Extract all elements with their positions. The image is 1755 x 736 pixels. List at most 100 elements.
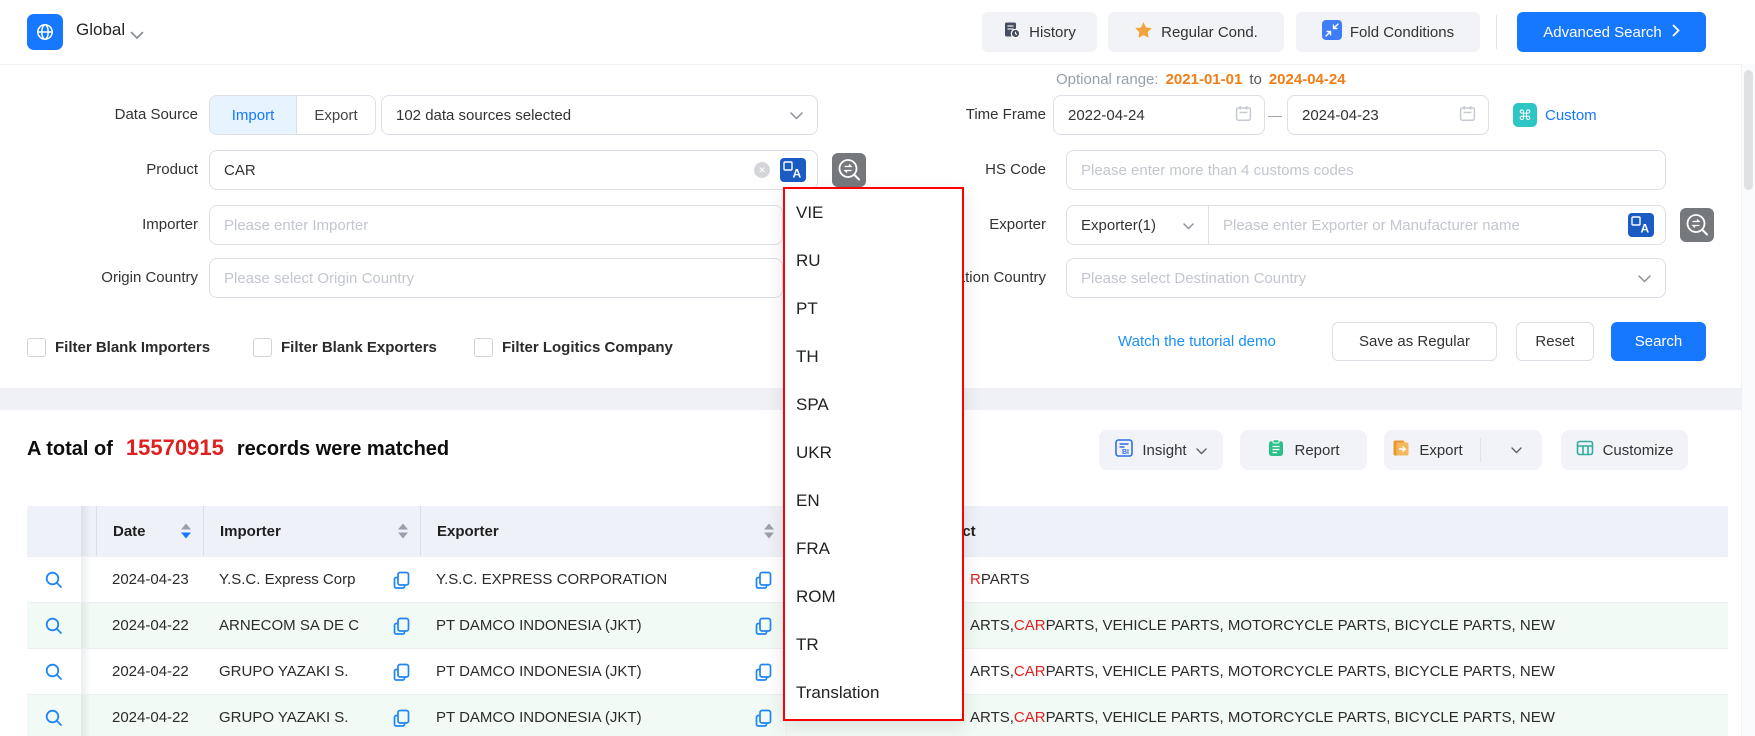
- calendar-icon: [1459, 105, 1476, 126]
- origin-country-select[interactable]: Please select Origin Country: [209, 258, 783, 298]
- record-count: 15570915: [126, 435, 224, 461]
- time-frame-end-value: 2024-04-23: [1302, 107, 1379, 124]
- sort-icon[interactable]: [764, 524, 774, 539]
- destination-country-select[interactable]: Please select Destination Country: [1066, 258, 1666, 298]
- language-option[interactable]: VIE: [785, 189, 962, 237]
- optional-range-to: to: [1249, 71, 1262, 88]
- copy-icon[interactable]: [393, 617, 410, 635]
- filter-logistics-company-checkbox[interactable]: Filter Logitics Company: [474, 332, 673, 362]
- exporter-field: A: [1209, 205, 1666, 245]
- time-frame-start-input[interactable]: 2022-04-24: [1053, 95, 1265, 135]
- tab-import[interactable]: Import: [210, 96, 296, 134]
- search-button[interactable]: Search: [1611, 322, 1706, 361]
- report-button[interactable]: Report: [1240, 430, 1367, 470]
- total-prefix: A total of: [27, 438, 113, 461]
- chevron-down-icon[interactable]: [130, 27, 144, 45]
- exporter-cell[interactable]: PT DAMCO INDONESIA (JKT): [436, 617, 642, 634]
- insight-button[interactable]: BI Insight: [1099, 430, 1223, 470]
- copy-icon[interactable]: [755, 663, 772, 681]
- data-sources-select[interactable]: 102 data sources selected: [381, 95, 818, 135]
- save-as-regular-button[interactable]: Save as Regular: [1332, 322, 1497, 361]
- time-frame-end-input[interactable]: 2024-04-23: [1287, 95, 1489, 135]
- copy-icon[interactable]: [393, 709, 410, 727]
- translate-icon[interactable]: A: [1628, 213, 1654, 242]
- view-record-icon[interactable]: [44, 570, 64, 590]
- filter-blank-exporters-checkbox[interactable]: Filter Blank Exporters: [253, 332, 437, 362]
- copy-icon[interactable]: [755, 571, 772, 589]
- fold-conditions-button[interactable]: Fold Conditions: [1296, 12, 1480, 52]
- advanced-search-button[interactable]: Advanced Search: [1517, 12, 1706, 52]
- importer-input[interactable]: [209, 205, 783, 245]
- copy-icon[interactable]: [755, 617, 772, 635]
- language-option[interactable]: SPA: [785, 381, 962, 429]
- custom-range-link[interactable]: ⌘ Custom: [1513, 95, 1597, 135]
- reset-button[interactable]: Reset: [1516, 322, 1594, 361]
- chevron-down-icon: [1196, 442, 1207, 459]
- translate-icon[interactable]: A: [780, 158, 806, 187]
- insight-icon: BI: [1115, 439, 1133, 461]
- export-options-button[interactable]: [1490, 430, 1542, 470]
- view-record-icon[interactable]: [44, 662, 64, 682]
- exporter-cell[interactable]: PT DAMCO INDONESIA (JKT): [436, 663, 642, 680]
- export-icon: [1392, 439, 1410, 461]
- exporter-input[interactable]: [1209, 205, 1666, 245]
- language-option[interactable]: EN: [785, 477, 962, 525]
- language-option[interactable]: UKR: [785, 429, 962, 477]
- column-header-date[interactable]: Date: [96, 506, 203, 556]
- custom-range-label: Custom: [1545, 107, 1597, 124]
- sort-icon[interactable]: [181, 524, 191, 539]
- column-header-exporter[interactable]: Exporter: [420, 506, 786, 556]
- calendar-icon: [1235, 105, 1252, 126]
- date-cell: 2024-04-22: [96, 649, 203, 694]
- column-header-importer[interactable]: Importer: [203, 506, 420, 556]
- language-option[interactable]: PT: [785, 285, 962, 333]
- tutorial-demo-link[interactable]: Watch the tutorial demo: [1118, 322, 1276, 361]
- filter-blank-exporters-label: Filter Blank Exporters: [281, 339, 437, 356]
- importer-cell[interactable]: GRUPO YAZAKI S.: [219, 709, 348, 726]
- view-record-icon[interactable]: [44, 616, 64, 636]
- date-cell: 2024-04-22: [96, 603, 203, 648]
- importer-cell[interactable]: GRUPO YAZAKI S.: [219, 663, 348, 680]
- clear-icon[interactable]: ✕: [754, 162, 770, 178]
- importer-cell[interactable]: ARNECOM SA DE C: [219, 617, 359, 634]
- export-button[interactable]: Export: [1384, 430, 1471, 470]
- language-option[interactable]: Translation: [785, 669, 962, 717]
- copy-icon[interactable]: [755, 709, 772, 727]
- exporter-cell[interactable]: PT DAMCO INDONESIA (JKT): [436, 709, 642, 726]
- button-divider: [1480, 438, 1481, 462]
- filter-blank-importers-checkbox[interactable]: Filter Blank Importers: [27, 332, 210, 362]
- copy-icon[interactable]: [393, 663, 410, 681]
- keyword-highlight: CAR: [1014, 709, 1046, 726]
- sort-icon[interactable]: [398, 524, 408, 539]
- view-record-icon[interactable]: [44, 708, 64, 728]
- destination-country-placeholder: Please select Destination Country: [1081, 270, 1306, 287]
- chevron-down-icon: [1183, 217, 1194, 234]
- region-selector[interactable]: Global: [76, 20, 125, 40]
- copy-icon[interactable]: [393, 571, 410, 589]
- keyword-highlight: R: [970, 571, 981, 588]
- importer-cell[interactable]: Y.S.C. Express Corp: [219, 571, 355, 588]
- exporter-type-select[interactable]: Exporter(1): [1066, 205, 1209, 245]
- filter-blank-importers-label: Filter Blank Importers: [55, 339, 210, 356]
- language-option[interactable]: RU: [785, 237, 962, 285]
- exporter-type-value: Exporter(1): [1081, 217, 1156, 234]
- data-sources-value: 102 data sources selected: [396, 107, 571, 124]
- scrollbar-thumb[interactable]: [1744, 70, 1753, 190]
- tab-export[interactable]: Export: [296, 96, 375, 134]
- date-cell: 2024-04-23: [96, 557, 203, 602]
- fuzzy-match-icon[interactable]: [1680, 208, 1714, 242]
- language-option[interactable]: TR: [785, 621, 962, 669]
- chevron-right-icon: [1672, 24, 1680, 41]
- time-frame-start-value: 2022-04-24: [1068, 107, 1145, 124]
- language-option[interactable]: TH: [785, 333, 962, 381]
- chevron-down-icon: [1638, 270, 1651, 287]
- hs-code-input[interactable]: [1066, 150, 1666, 190]
- language-option[interactable]: ROM: [785, 573, 962, 621]
- regular-conditions-button[interactable]: Regular Cond.: [1108, 12, 1284, 52]
- language-option[interactable]: FRA: [785, 525, 962, 573]
- history-button[interactable]: History: [982, 12, 1097, 52]
- exporter-cell[interactable]: Y.S.C. EXPRESS CORPORATION: [436, 571, 667, 588]
- product-input[interactable]: [209, 150, 818, 190]
- vertical-scrollbar[interactable]: [1741, 64, 1755, 736]
- customize-button[interactable]: Customize: [1561, 430, 1688, 470]
